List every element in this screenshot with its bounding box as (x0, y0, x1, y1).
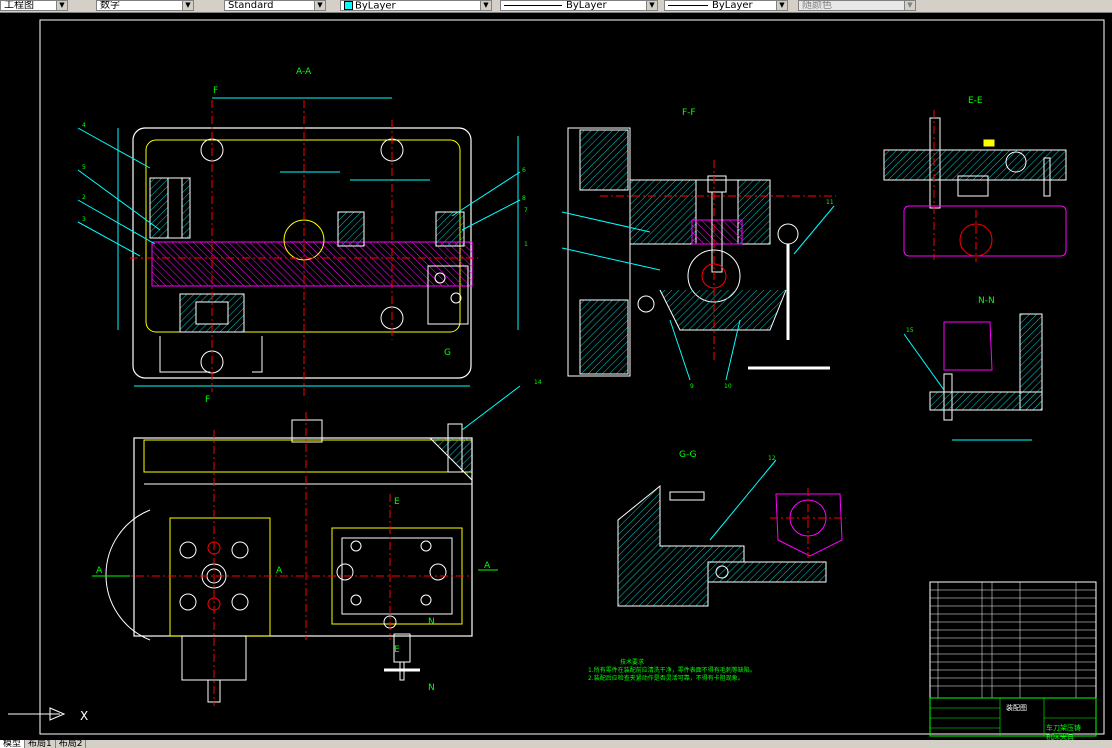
chevron-down-icon: ▼ (776, 1, 787, 10)
technical-notes: 技术要求 1.所有零件在装配前应清洗干净，零件表面不得有毛刺等缺陷。 2.装配后… (588, 658, 756, 682)
chevron-down-icon: ▼ (646, 1, 657, 10)
section-mark-n-lower: N (428, 683, 435, 693)
tab-layout-2[interactable]: 布局2 (56, 740, 87, 748)
linetype-dropdown[interactable]: ByLayer ▼ (500, 0, 658, 11)
view-label-e-e: E-E (968, 96, 983, 106)
drawing-dropdown[interactable]: 工程图 ▼ (0, 0, 68, 11)
lineweight-value: ByLayer (712, 0, 753, 11)
notes-line-2: 2.装配后应检查夹紧动作是否灵活可靠，不得有卡阻现象。 (588, 674, 744, 682)
plotstyle-dropdown[interactable]: 随颜色 ▼ (798, 0, 916, 11)
chevron-down-icon: ▼ (480, 1, 491, 10)
title-block: 装配图 车刀架压铸 机床夹具 (929, 581, 1097, 740)
lineweight-preview-icon (668, 4, 708, 6)
balloon-15: 15 (906, 327, 914, 334)
balloon-3: 3 (82, 216, 86, 223)
lineweight-dropdown[interactable]: ByLayer ▼ (664, 0, 788, 11)
title-part-1: 车刀架压铸 (1046, 723, 1081, 732)
balloon-11: 11 (826, 199, 834, 206)
dim-style-dropdown[interactable]: Standard ▼ (224, 0, 326, 11)
view-label-a-a: A-A (296, 67, 312, 77)
view-n-n: N-N 15 (903, 296, 1043, 441)
ucs-icon: X (8, 707, 88, 723)
tab-layout-1[interactable]: 布局1 (25, 740, 56, 748)
plotstyle-value: 随颜色 (802, 0, 832, 11)
notes-line-1: 1.所有零件在装配前应清洗干净，零件表面不得有毛刺等缺陷。 (588, 666, 756, 674)
section-mark-a-center: A (276, 566, 283, 576)
chevron-down-icon: ▼ (904, 1, 915, 10)
color-swatch-icon (344, 1, 353, 10)
section-mark-f-top: F (213, 86, 218, 96)
linetype-preview-icon (504, 4, 562, 6)
section-mark-e: E (394, 497, 400, 507)
view-e-e: E-E (883, 96, 1067, 262)
balloon-1: 1 (524, 241, 528, 248)
layout-tabs: 模型 布局1 布局2 (0, 740, 1112, 748)
balloon-9: 9 (690, 383, 694, 390)
chevron-down-icon: ▼ (314, 1, 325, 10)
dim-style-value: Standard (228, 0, 274, 11)
section-mark-n: N (428, 617, 435, 627)
drawing-name: 工程图 (4, 0, 34, 11)
title-part-2: 机床夹具 (1046, 732, 1074, 740)
text-style-dropdown[interactable]: 数字 ▼ (96, 0, 194, 11)
view-label-n-n: N-N (978, 296, 995, 306)
notes-title: 技术要求 (620, 658, 644, 666)
tab-model[interactable]: 模型 (0, 740, 26, 748)
balloon-10: 10 (724, 383, 732, 390)
balloon-5: 5 (82, 164, 86, 171)
balloon-2: 2 (82, 194, 86, 201)
balloon-14: 14 (534, 379, 542, 386)
color-dropdown[interactable]: ByLayer ▼ (340, 0, 492, 11)
command-line-text: X (80, 709, 88, 723)
chevron-down-icon: ▼ (182, 1, 193, 10)
balloon-12: 12 (768, 455, 776, 462)
section-mark-a-left: A (96, 566, 103, 576)
view-label-g-g: G-G (679, 450, 697, 460)
section-mark-a-right: A (484, 561, 491, 571)
text-style-value: 数字 (100, 0, 120, 11)
title-drawing: 装配图 (1006, 703, 1027, 712)
dim-style-icon[interactable] (203, 0, 219, 11)
balloon-6: 6 (522, 167, 526, 174)
chevron-down-icon: ▼ (56, 1, 67, 10)
balloon-7: 7 (524, 207, 528, 214)
balloon-8: 8 (522, 195, 526, 202)
linetype-value: ByLayer (566, 0, 607, 11)
drawing-canvas[interactable]: A-A F F G 4 5 2 3 6 8 A A A E E N N 14 F… (0, 12, 1112, 740)
text-style-icon[interactable] (77, 0, 93, 11)
view-f-f: F-F 7 11 1 9 10 (524, 108, 836, 390)
view-a-a: A-A F F G 4 5 2 3 6 8 (77, 67, 526, 405)
view-label-f-f: F-F (682, 108, 696, 118)
section-mark-e-lower: E (394, 645, 400, 655)
color-value: ByLayer (355, 0, 396, 11)
view-g-g: G-G 12 (617, 450, 846, 607)
section-mark-f-bottom: F (205, 395, 210, 405)
balloon-4: 4 (82, 122, 86, 129)
view-top: A A A E E N N 14 (92, 379, 542, 706)
section-mark-g: G (444, 348, 451, 358)
